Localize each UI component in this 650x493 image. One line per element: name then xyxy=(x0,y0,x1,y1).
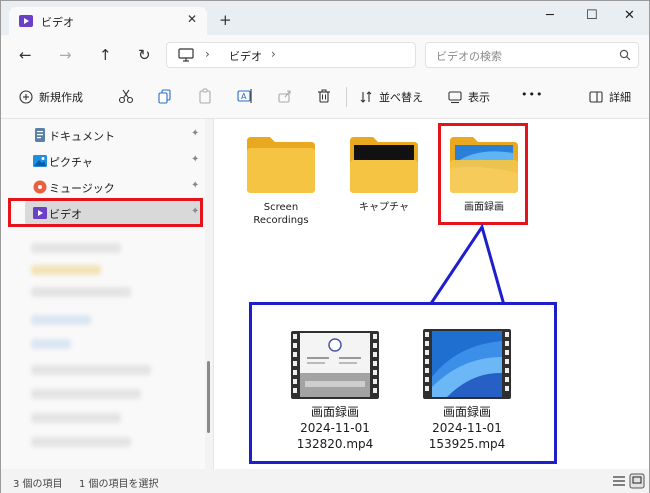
refresh-button[interactable]: ↻ xyxy=(138,46,151,64)
blurred-nav-item xyxy=(31,339,71,349)
address-bar[interactable]: › ビデオ › xyxy=(166,42,416,68)
pin-icon[interactable]: ✦ xyxy=(191,154,199,165)
blurred-nav-item xyxy=(31,265,101,275)
tab-close-icon[interactable]: ✕ xyxy=(187,12,197,26)
this-pc-icon xyxy=(178,48,194,62)
folder-capture[interactable]: キャプチャ xyxy=(339,133,429,214)
view-label: 表示 xyxy=(468,91,490,104)
highlight-box-sidebar xyxy=(8,198,203,227)
highlight-box-folder xyxy=(438,123,528,225)
video-thumbnail-icon xyxy=(423,329,511,399)
folder-screen-recordings[interactable]: Screen Recordings xyxy=(236,133,326,227)
pictures-icon xyxy=(33,155,47,167)
pin-icon[interactable]: ✦ xyxy=(191,180,199,191)
toolbar-divider xyxy=(346,87,347,107)
new-button[interactable]: 新規作成 xyxy=(19,89,83,105)
pin-icon[interactable]: ✦ xyxy=(191,128,199,139)
new-label: 新規作成 xyxy=(39,91,83,104)
sidebar-item-label: ピクチャ xyxy=(49,156,93,169)
video-folder-icon xyxy=(19,15,33,27)
sidebar-item-label: ドキュメント xyxy=(49,130,115,143)
share-icon[interactable] xyxy=(277,88,293,104)
blurred-nav-item xyxy=(31,287,131,297)
maximize-button[interactable]: ☐ xyxy=(586,8,598,23)
svg-text:A: A xyxy=(241,92,247,101)
blurred-nav-item xyxy=(31,437,131,447)
folder-icon xyxy=(350,137,418,193)
new-tab-button[interactable]: + xyxy=(219,11,232,29)
title-bar: ビデオ ✕ + ─ ☐ ✕ xyxy=(1,1,649,35)
breadcrumb-separator-icon[interactable]: › xyxy=(271,47,276,61)
large-icons-view-icon[interactable] xyxy=(629,473,645,489)
folder-label: キャプチャ xyxy=(359,202,409,213)
folder-label: Screen Recordings xyxy=(253,202,309,226)
callout-box: 画面録画 2024-11-01 132820.mp4 画面録画 2024-11-… xyxy=(249,302,557,464)
close-window-button[interactable]: ✕ xyxy=(624,8,635,23)
video-file-2[interactable]: 画面録画 2024-11-01 153925.mp4 xyxy=(417,327,517,452)
copy-icon[interactable] xyxy=(157,88,173,104)
command-bar: 新規作成 A 並べ替え 表示 ••• 詳細 xyxy=(1,75,649,119)
video-name: 画面録画 xyxy=(442,405,491,419)
minimize-button[interactable]: ─ xyxy=(546,8,554,23)
sidebar-item-music[interactable]: ミュージック ✦ xyxy=(25,175,203,199)
view-icon xyxy=(448,91,462,104)
plus-circle-icon xyxy=(19,90,33,104)
video-filename: 132820.mp4 xyxy=(296,437,374,451)
blurred-nav-item xyxy=(31,365,151,375)
details-pane-icon xyxy=(589,91,603,103)
video-filename: 153925.mp4 xyxy=(428,437,506,451)
video-name: 画面録画 xyxy=(310,405,359,419)
video-thumbnail-icon xyxy=(291,331,379,399)
documents-icon xyxy=(35,128,45,142)
video-date: 2024-11-01 xyxy=(300,421,370,435)
up-button[interactable]: ↑ xyxy=(99,46,112,64)
navigation-pane: ドキュメント ✦ ピクチャ ✦ ミュージック ✦ ビデオ ✦ xyxy=(1,119,205,469)
sidebar-scrollbar[interactable] xyxy=(207,361,210,433)
tab-videos[interactable]: ビデオ ✕ xyxy=(9,7,207,35)
blurred-nav-item xyxy=(31,243,121,253)
blurred-nav-item xyxy=(31,389,141,399)
more-options-button[interactable]: ••• xyxy=(521,88,543,101)
rename-icon[interactable]: A xyxy=(237,88,253,104)
item-count: 3 個の項目 xyxy=(13,479,63,490)
explorer-window: ビデオ ✕ + ─ ☐ ✕ ← → ↑ ↻ › ビデオ › ビデオの検索 新規作… xyxy=(0,0,650,493)
forward-button[interactable]: → xyxy=(59,46,72,64)
blurred-nav-item xyxy=(31,413,121,423)
sidebar-item-label: ミュージック xyxy=(49,182,115,195)
back-button[interactable]: ← xyxy=(19,46,32,64)
music-icon xyxy=(33,180,47,194)
tab-title: ビデオ xyxy=(41,16,74,29)
search-input[interactable]: ビデオの検索 xyxy=(425,42,639,68)
selection-count: 1 個の項目を選択 xyxy=(79,479,159,490)
paste-icon[interactable] xyxy=(197,88,213,104)
details-label: 詳細 xyxy=(609,91,631,104)
sidebar-item-pictures[interactable]: ピクチャ ✦ xyxy=(25,149,203,173)
sort-icon xyxy=(360,91,372,103)
details-view-icon[interactable] xyxy=(611,473,627,489)
breadcrumb-separator-icon[interactable]: › xyxy=(205,47,210,61)
breadcrumb-videos[interactable]: ビデオ xyxy=(229,48,262,64)
sidebar-item-documents[interactable]: ドキュメント ✦ xyxy=(25,123,203,147)
video-file-1[interactable]: 画面録画 2024-11-01 132820.mp4 xyxy=(285,329,385,452)
search-placeholder: ビデオの検索 xyxy=(436,50,502,63)
cut-icon[interactable] xyxy=(118,88,134,104)
address-row: ← → ↑ ↻ › ビデオ › ビデオの検索 xyxy=(1,35,649,75)
details-button[interactable]: 詳細 xyxy=(589,89,631,105)
blurred-nav-item xyxy=(31,315,91,325)
view-button[interactable]: 表示 xyxy=(448,89,490,105)
folder-icon xyxy=(247,137,315,193)
search-icon xyxy=(619,49,631,61)
sort-label: 並べ替え xyxy=(379,91,423,104)
delete-icon[interactable] xyxy=(316,88,332,104)
status-bar: 3 個の項目 1 個の項目を選択 xyxy=(1,469,649,493)
sort-button[interactable]: 並べ替え xyxy=(359,89,423,105)
video-date: 2024-11-01 xyxy=(432,421,502,435)
